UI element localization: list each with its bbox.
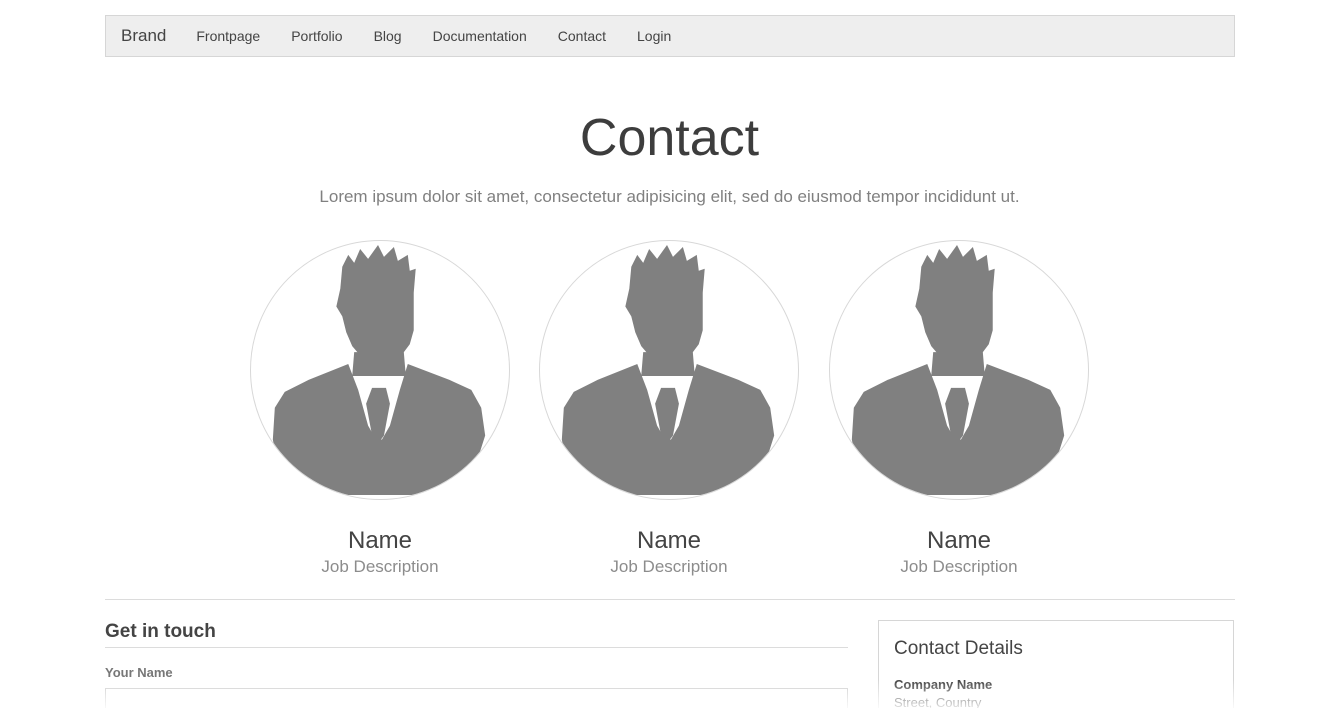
section-divider — [105, 599, 1235, 600]
nav-link-blog[interactable]: Blog — [374, 28, 402, 44]
member-job: Job Description — [900, 557, 1018, 576]
form-title-divider — [105, 647, 848, 648]
person-silhouette-icon — [272, 244, 486, 496]
company-street: Street, Country — [894, 695, 982, 708]
company-name: Company Name — [894, 677, 993, 692]
team-member-card: Name Job Description — [250, 240, 510, 577]
nav-link-login[interactable]: Login — [637, 28, 671, 44]
member-name: Name — [636, 527, 702, 554]
details-title: Contact Details — [894, 638, 1023, 659]
member-job: Job Description — [321, 557, 439, 576]
avatar — [539, 240, 799, 500]
member-name: Name — [347, 527, 413, 554]
nav-link-frontpage[interactable]: Frontpage — [196, 28, 260, 44]
navbar: Brand Frontpage Portfolio Blog Documenta… — [105, 15, 1235, 57]
member-job: Job Description — [610, 557, 728, 576]
person-silhouette-icon — [561, 244, 775, 496]
brand-link[interactable]: Brand — [121, 26, 166, 46]
person-silhouette-icon — [851, 244, 1065, 496]
page-title: Contact — [579, 109, 760, 167]
form-title: Get in touch — [105, 621, 216, 642]
name-input[interactable] — [105, 688, 848, 708]
contact-details-panel: Contact Details Company Name Street, Cou… — [878, 620, 1234, 708]
avatar — [829, 240, 1089, 500]
name-label: Your Name — [105, 665, 173, 680]
team-member-card: Name Job Description — [539, 240, 799, 577]
page-lead: Lorem ipsum dolor sit amet, consectetur … — [319, 187, 1020, 206]
nav-link-documentation[interactable]: Documentation — [433, 28, 527, 44]
member-name: Name — [926, 527, 992, 554]
nav-link-portfolio[interactable]: Portfolio — [291, 28, 342, 44]
avatar — [250, 240, 510, 500]
nav-link-contact[interactable]: Contact — [558, 28, 606, 44]
team-member-card: Name Job Description — [829, 240, 1089, 577]
